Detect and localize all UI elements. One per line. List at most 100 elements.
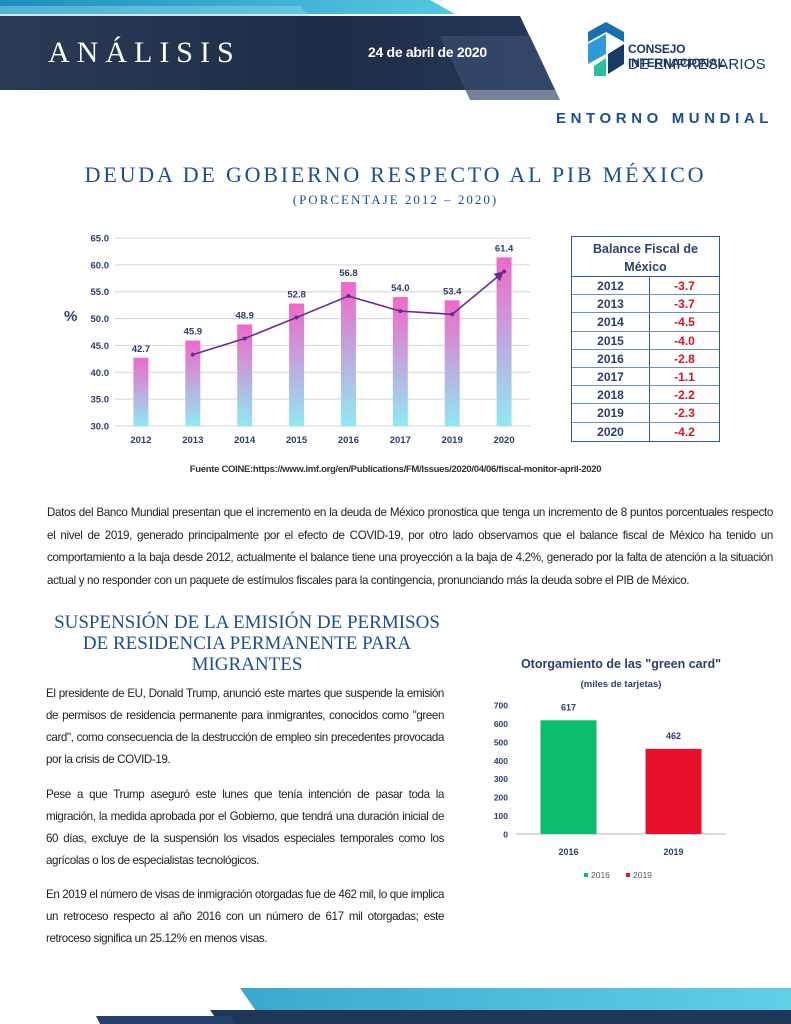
legend-swatch (626, 873, 630, 877)
y-tick-label: 400 (494, 756, 508, 766)
table-cell-value: -4.0 (674, 333, 695, 348)
table-cell-year: 2020 (572, 422, 650, 441)
logo-line-2: DE EMPRESARIOS (628, 56, 766, 73)
table-row: 2013 -3.7 (572, 295, 719, 314)
y-tick-label: 500 (494, 737, 508, 747)
legend-label: 2019 (633, 870, 652, 880)
trend-point (242, 336, 247, 341)
table-cell-year: 2017 (572, 367, 650, 386)
table-cell-value: -2.3 (674, 406, 695, 421)
data-label: 54.0 (391, 283, 410, 294)
trend-point (294, 315, 299, 320)
bar-2019 (444, 300, 460, 426)
migration-paragraph-3: En 2019 el número de visas de inmigració… (46, 888, 444, 945)
table-row: 2012 -3.7 (572, 277, 719, 296)
y-tick-label: 60.0 (91, 260, 110, 271)
x-tick-label: 2017 (390, 435, 411, 446)
publication-date: 24 de abril de 2020 (368, 44, 487, 60)
bar-2016 (340, 282, 356, 426)
x-tick-label: 2014 (234, 435, 256, 446)
y-tick-label: 300 (494, 774, 508, 784)
table-title-line-2: México (624, 260, 667, 274)
chart-subtitle: (miles de tarjetas) (581, 679, 662, 690)
page-title: ANÁLISIS (48, 36, 241, 69)
source-note: Fuente COINE:https://www.imf.org/en/Publ… (189, 464, 602, 475)
table-cell-year: 2014 (572, 313, 650, 331)
data-label: 617 (561, 702, 576, 712)
data-label: 56.8 (339, 268, 358, 279)
x-tick-label: 2015 (286, 435, 308, 446)
table-cell-year: 2012 (572, 277, 650, 295)
fiscal-balance-table: Balance Fiscal de México 2012 -3.7 2013 -3.… (571, 236, 720, 442)
y-tick-label: 55.0 (91, 287, 110, 298)
y-tick-label: 700 (494, 701, 508, 711)
y-tick-label: 600 (494, 719, 508, 729)
y-tick-label: 200 (494, 793, 508, 803)
x-tick-label: 2013 (182, 435, 203, 446)
table-header: Balance Fiscal de México (572, 237, 719, 277)
table-cell-value: -1.1 (674, 369, 695, 384)
trend-point (502, 269, 507, 274)
bar-2019 (645, 748, 702, 834)
debt-bar-chart: 30.0 35.0 40.0 45.0 50.0 55.0 60.0 65.0 42.7 2012… (91, 234, 530, 446)
data-label: 61.4 (495, 243, 514, 254)
data-label: 42.7 (132, 344, 151, 355)
trend-point (450, 312, 455, 317)
data-label: 53.4 (443, 286, 462, 297)
data-label: 48.9 (235, 310, 254, 321)
trend-point (190, 352, 195, 357)
y-tick-label: 0 (503, 830, 508, 840)
table-row: 2014 -4.5 (572, 313, 719, 332)
table-row: 2016 -2.8 (572, 349, 719, 368)
table-cell-value: -2.2 (674, 388, 695, 403)
migration-section-title: SUSPENSIÓN DE LA EMISIÓN DE PERMISOS DE … (54, 612, 440, 675)
migration-paragraph-1: El presidente de EU, Donald Trump, anunc… (46, 687, 444, 766)
x-tick-label: 2019 (442, 435, 463, 446)
y-tick-label: 45.0 (91, 341, 110, 352)
footer-banner (0, 980, 791, 1024)
table-cell-value: -2.8 (674, 351, 695, 366)
table-cell-year: 2019 (572, 404, 650, 422)
table-row: 2019 -2.3 (572, 404, 719, 423)
data-label: 462 (666, 731, 681, 741)
x-tick-label: 2020 (493, 435, 514, 446)
table-cell-year: 2013 (572, 295, 650, 313)
x-tick-label: 2019 (663, 847, 683, 857)
header-banner: ANÁLISIS 24 de abril de 2020 CONSEJO INT… (0, 0, 791, 127)
table-cell-year: 2018 (572, 386, 650, 404)
table-cell-year: 2016 (572, 349, 650, 367)
y-tick-label: 35.0 (91, 395, 110, 406)
table-cell-year: 2015 (572, 331, 650, 349)
table-cell-value: -4.5 (674, 315, 695, 330)
debt-section-title: DEUDA DE GOBIERNO RESPECTO AL PIB MÉXICO (84, 162, 707, 187)
x-tick-label: 2016 (558, 847, 578, 857)
bar-2012 (133, 357, 149, 426)
data-label: 45.9 (184, 327, 203, 338)
legend-swatch (584, 873, 588, 877)
table-cell-value: -4.2 (674, 424, 695, 439)
y-tick-label: 30.0 (91, 422, 110, 433)
debt-section-subtitle: (PORCENTAJE 2012 – 2020) (292, 192, 499, 207)
y-tick-label: 100 (494, 811, 508, 821)
table-row: 2015 -4.0 (572, 331, 719, 350)
footer-graphic (96, 988, 791, 1024)
y-tick-label: 65.0 (91, 234, 110, 245)
bar-2016 (540, 720, 597, 834)
logo-mark-icon (588, 22, 624, 76)
data-label: 52.8 (287, 290, 306, 301)
migration-paragraph-2: Pese a que Trump aseguró este lunes que … (46, 788, 444, 867)
organization-logo: CONSEJO INTERNACIONAL DE EMPRESARIOS (586, 20, 776, 80)
table-cell-value: -3.7 (674, 279, 695, 293)
bar-2017 (392, 297, 408, 426)
green-card-chart: Otorgamiento de las "green card" (miles d… (494, 657, 726, 880)
table-cell-value: -3.7 (674, 297, 695, 312)
debt-paragraph: Datos del Banco Mundial presentan que el… (47, 506, 773, 587)
table-title-line-1: Balance Fiscal de (593, 242, 698, 256)
trend-point (346, 294, 351, 299)
trend-point (398, 309, 403, 314)
y-tick-label: 40.0 (91, 368, 110, 379)
table-row: 2017 -1.1 (572, 367, 719, 387)
x-tick-label: 2016 (338, 435, 359, 446)
bar-2015 (289, 303, 305, 426)
bar-2020 (496, 257, 512, 426)
